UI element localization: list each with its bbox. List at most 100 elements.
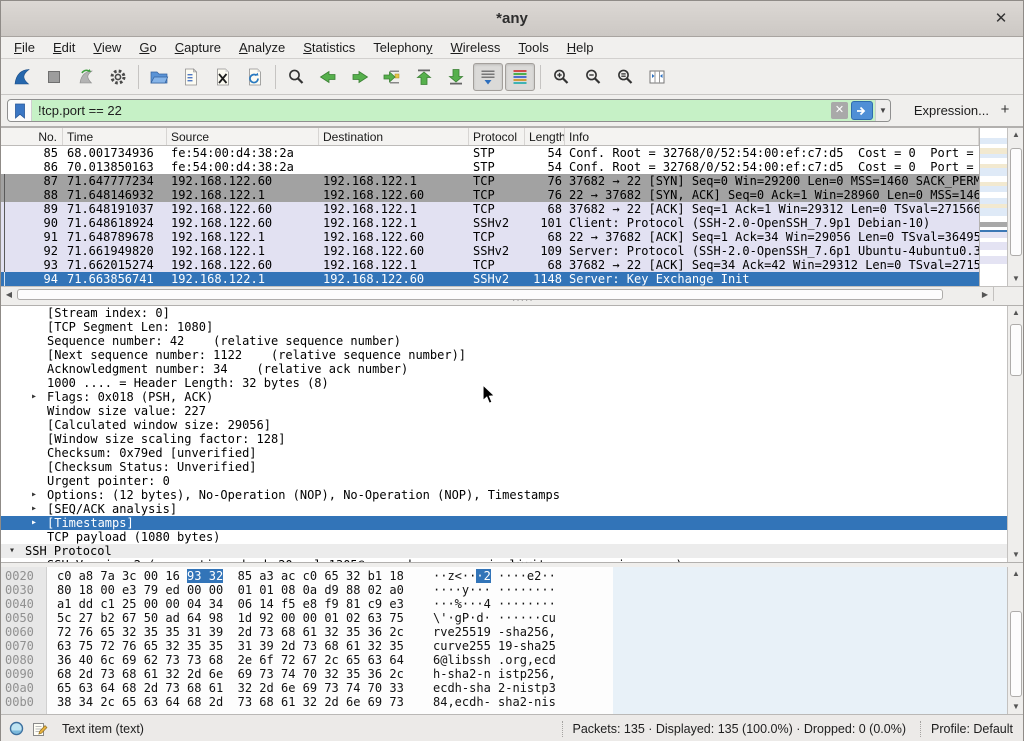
hex-row[interactable]: 003080 18 00 e3 79 ed 00 00 01 01 08 0a … xyxy=(1,583,613,597)
filter-history-dropdown[interactable]: ▼ xyxy=(875,100,890,121)
go-top-button[interactable] xyxy=(409,63,439,91)
packet-row-90[interactable]: 9071.648618924192.168.122.60192.168.122.… xyxy=(1,216,979,230)
bytes-vscrollbar[interactable]: ▲ ▼ xyxy=(1007,567,1023,714)
scroll-left-icon[interactable]: ◀ xyxy=(1,287,17,301)
zoom-out-button[interactable] xyxy=(578,63,608,91)
packet-row-89[interactable]: 8971.648191037192.168.122.60192.168.122.… xyxy=(1,202,979,216)
collapsed-arrow-icon[interactable]: ▸ xyxy=(31,488,47,502)
detail-line[interactable]: 1000 .... = Header Length: 32 bytes (8) xyxy=(1,376,1008,390)
scrollbar-thumb[interactable] xyxy=(1010,148,1022,256)
hex-row[interactable]: 00a065 63 64 68 2d 73 68 61 32 2d 6e 69 … xyxy=(1,681,613,695)
capture-comment-button[interactable] xyxy=(32,721,48,737)
expression-button[interactable]: Expression... xyxy=(914,103,989,118)
stop-capture-button[interactable] xyxy=(39,63,69,91)
expert-info-button[interactable] xyxy=(9,721,24,736)
collapsed-arrow-icon[interactable]: ▸ xyxy=(31,516,47,530)
packet-row-88[interactable]: 8871.648146932192.168.122.1192.168.122.6… xyxy=(1,188,979,202)
detail-line[interactable]: TCP payload (1080 bytes) xyxy=(1,530,1008,544)
packet-row-87[interactable]: 8771.647777234192.168.122.60192.168.122.… xyxy=(1,174,979,188)
detail-line[interactable]: ▸[SEQ/ACK analysis] xyxy=(1,502,1008,516)
column-header-protocol[interactable]: Protocol xyxy=(469,128,525,145)
packet-list-hscrollbar[interactable]: ◀ ▶ xyxy=(1,286,993,301)
detail-line[interactable]: Acknowledgment number: 34 (relative ack … xyxy=(1,362,1008,376)
hex-row[interactable]: 006072 76 65 32 35 35 31 39 2d 73 68 61 … xyxy=(1,625,613,639)
filter-apply-button[interactable] xyxy=(851,101,873,120)
hex-row[interactable]: 0020c0 a8 7a 3c 00 16 93 32 85 a3 ac c0 … xyxy=(1,569,613,583)
scrollbar-thumb[interactable] xyxy=(17,289,943,300)
menu-analyze[interactable]: Analyze xyxy=(230,38,294,57)
reload-file-button[interactable] xyxy=(240,63,270,91)
filter-bookmark-button[interactable] xyxy=(8,100,32,121)
zoom-in-button[interactable] xyxy=(546,63,576,91)
hex-dump[interactable]: 0020c0 a8 7a 3c 00 16 93 32 85 a3 ac c0 … xyxy=(1,567,613,714)
menu-statistics[interactable]: Statistics xyxy=(294,38,364,57)
detail-line[interactable]: [Checksum Status: Unverified] xyxy=(1,460,1008,474)
packet-row-93[interactable]: 9371.662015274192.168.122.60192.168.122.… xyxy=(1,258,979,272)
scroll-up-icon[interactable]: ▲ xyxy=(1008,306,1023,320)
scrollbar-thumb[interactable] xyxy=(1010,611,1022,697)
filter-input[interactable]: !tcp.port == 22 xyxy=(32,103,831,118)
detail-line[interactable]: [Stream index: 0] xyxy=(1,306,1008,320)
detail-line[interactable]: Window size value: 227 xyxy=(1,404,1008,418)
filter-clear-button[interactable]: ✕ xyxy=(831,102,848,119)
capture-options-button[interactable] xyxy=(103,63,133,91)
scroll-down-icon[interactable]: ▼ xyxy=(1008,548,1023,562)
hex-row[interactable]: 0040a1 dd c1 25 00 00 04 34 06 14 f5 e8 … xyxy=(1,597,613,611)
detail-line[interactable]: ▸Options: (12 bytes), No-Operation (NOP)… xyxy=(1,488,1008,502)
packet-list-vscrollbar[interactable]: ▲ ▼ xyxy=(1007,128,1023,286)
scroll-down-icon[interactable]: ▼ xyxy=(1008,700,1023,714)
intelligent-scrollbar-minimap[interactable] xyxy=(979,128,1008,286)
hex-row[interactable]: 007063 75 72 76 65 32 35 35 31 39 2d 73 … xyxy=(1,639,613,653)
menu-capture[interactable]: Capture xyxy=(166,38,230,57)
save-file-button[interactable] xyxy=(176,63,206,91)
go-to-packet-button[interactable] xyxy=(377,63,407,91)
scroll-right-icon[interactable]: ▶ xyxy=(977,287,993,301)
column-header-no[interactable]: No. xyxy=(1,128,63,145)
detail-line[interactable]: Urgent pointer: 0 xyxy=(1,474,1008,488)
close-file-button[interactable] xyxy=(208,63,238,91)
column-header-info[interactable]: Info xyxy=(565,128,979,145)
close-window-icon[interactable]: ✕ xyxy=(991,9,1011,29)
column-header-length[interactable]: Length xyxy=(525,128,565,145)
detail-line[interactable]: [Calculated window size: 29056] xyxy=(1,418,1008,432)
detail-line[interactable]: Sequence number: 42 (relative sequence n… xyxy=(1,334,1008,348)
detail-line[interactable]: ▸Flags: 0x018 (PSH, ACK) xyxy=(1,390,1008,404)
menu-telephony[interactable]: Telephony xyxy=(364,38,441,57)
menu-go[interactable]: Go xyxy=(130,38,165,57)
open-file-button[interactable] xyxy=(144,63,174,91)
packet-row-94[interactable]: 9471.663856741192.168.122.1192.168.122.6… xyxy=(1,272,979,286)
detail-line[interactable]: ▾SSH Protocol xyxy=(1,544,1008,558)
colorize-button[interactable] xyxy=(505,63,535,91)
display-filter-field[interactable]: !tcp.port == 22 ✕ ▼ xyxy=(7,99,891,122)
hex-row[interactable]: 00505c 27 b2 67 50 ad 64 98 1d 92 00 00 … xyxy=(1,611,613,625)
detail-line[interactable]: [Next sequence number: 1122 (relative se… xyxy=(1,348,1008,362)
resize-columns-button[interactable] xyxy=(642,63,672,91)
column-header-destination[interactable]: Destination xyxy=(319,128,469,145)
collapsed-arrow-icon[interactable]: ▸ xyxy=(31,390,47,404)
column-header-source[interactable]: Source xyxy=(167,128,319,145)
auto-scroll-button[interactable] xyxy=(473,63,503,91)
column-header-time[interactable]: Time xyxy=(63,128,167,145)
menu-help[interactable]: Help xyxy=(558,38,603,57)
menu-file[interactable]: File xyxy=(5,38,44,57)
go-forward-button[interactable] xyxy=(345,63,375,91)
restart-capture-button[interactable] xyxy=(71,63,101,91)
packet-row-85[interactable]: 8568.001734936fe:54:00:d4:38:2aSTP54Conf… xyxy=(1,146,979,160)
details-vscrollbar[interactable]: ▲ ▼ xyxy=(1007,306,1023,562)
expanded-arrow-icon[interactable]: ▾ xyxy=(9,544,25,558)
title-bar[interactable]: *any ✕ xyxy=(1,1,1023,37)
menu-edit[interactable]: Edit xyxy=(44,38,84,57)
hex-row[interactable]: 00b038 34 2c 65 63 64 68 2d 73 68 61 32 … xyxy=(1,695,613,709)
hex-row[interactable]: 009068 2d 73 68 61 32 2d 6e 69 73 74 70 … xyxy=(1,667,613,681)
packet-row-91[interactable]: 9171.648789678192.168.122.1192.168.122.6… xyxy=(1,230,979,244)
detail-line[interactable]: ▸[Timestamps] xyxy=(1,516,1008,530)
zoom-original-button[interactable] xyxy=(610,63,640,91)
hex-row[interactable]: 008036 40 6c 69 62 73 73 68 2e 6f 72 67 … xyxy=(1,653,613,667)
menu-wireless[interactable]: Wireless xyxy=(442,38,510,57)
detail-line[interactable]: Checksum: 0x79ed [unverified] xyxy=(1,446,1008,460)
menu-view[interactable]: View xyxy=(84,38,130,57)
status-profile[interactable]: Profile: Default xyxy=(931,722,1013,736)
scrollbar-thumb[interactable] xyxy=(1010,324,1022,376)
add-filter-button[interactable]: + xyxy=(995,100,1015,120)
scroll-up-icon[interactable]: ▲ xyxy=(1008,128,1023,142)
